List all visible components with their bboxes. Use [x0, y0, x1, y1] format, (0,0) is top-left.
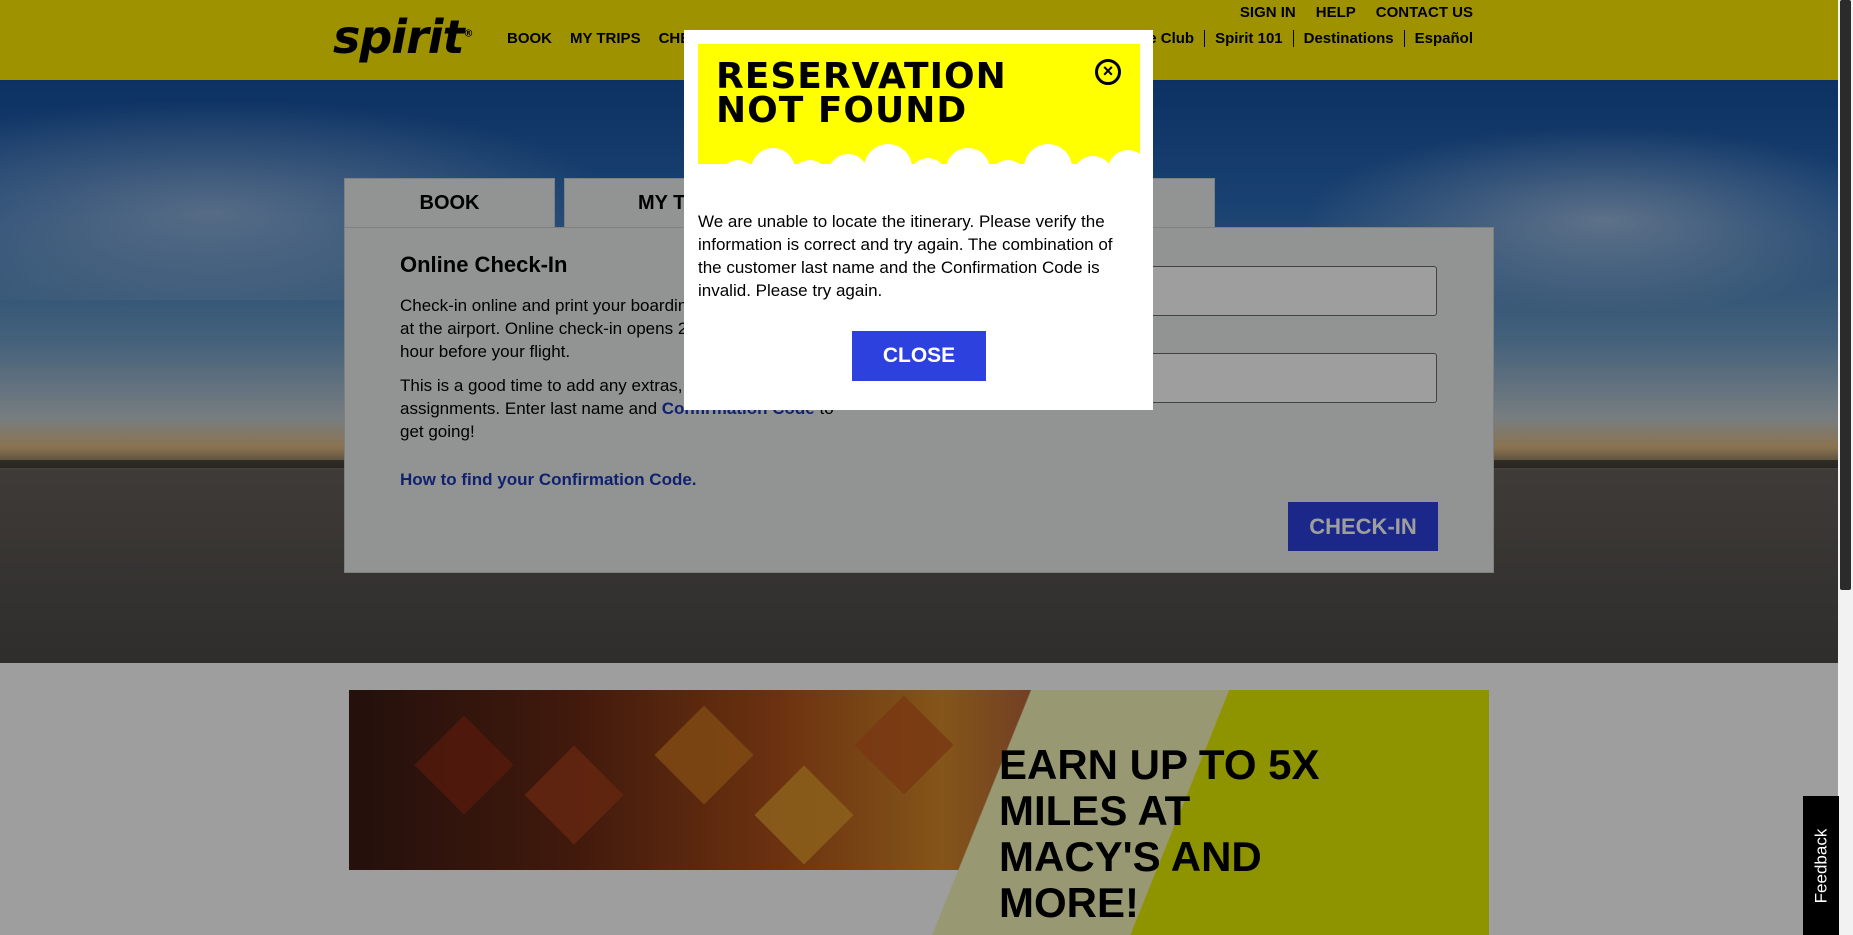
close-circle-icon[interactable]: × [1095, 59, 1121, 85]
feedback-tab[interactable]: Feedback [1803, 796, 1839, 935]
reservation-not-found-modal: RESERVATION NOT FOUND × We are unable to… [684, 30, 1153, 410]
modal-message: We are unable to locate the itinerary. P… [698, 212, 1113, 300]
cloud-decoration-icon [698, 144, 1140, 218]
feedback-label: Feedback [1811, 828, 1831, 903]
modal-title: RESERVATION NOT FOUND [716, 56, 1007, 131]
scrollbar-thumb[interactable] [1840, 0, 1851, 590]
close-button[interactable]: CLOSE [852, 331, 986, 381]
